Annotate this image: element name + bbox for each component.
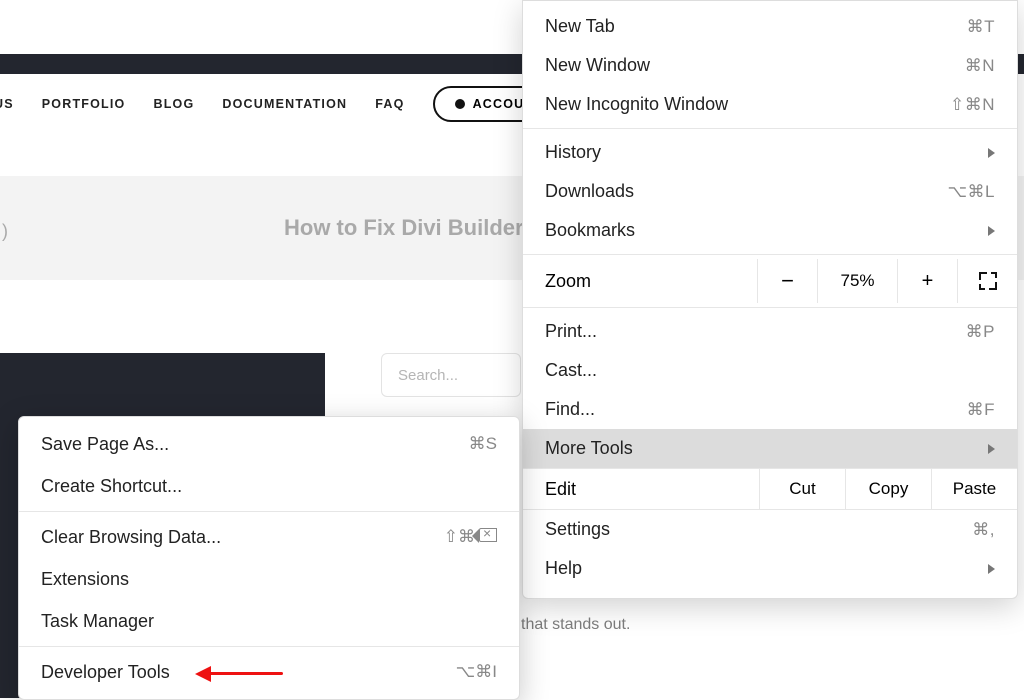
- submenu-shortcut: ⌥⌘I: [456, 662, 497, 682]
- submenu-label: Create Shortcut...: [41, 476, 182, 497]
- menu-bookmarks[interactable]: Bookmarks: [523, 211, 1017, 250]
- menu-shortcut: ⌘N: [965, 56, 995, 76]
- menu-label: Cast...: [545, 360, 597, 381]
- menu-label: Print...: [545, 321, 597, 342]
- menu-help[interactable]: Help: [523, 549, 1017, 588]
- menu-downloads[interactable]: Downloads ⌥⌘L: [523, 172, 1017, 211]
- submenu-label: Clear Browsing Data...: [41, 527, 221, 548]
- user-icon: [455, 99, 465, 109]
- menu-label: Downloads: [545, 181, 634, 202]
- submenu-label: Save Page As...: [41, 434, 169, 455]
- submenu-arrow-icon: [988, 148, 995, 158]
- menu-label: More Tools: [545, 438, 633, 459]
- edit-paste-button[interactable]: Paste: [931, 468, 1017, 510]
- menu-edit-row: Edit Cut Copy Paste: [523, 468, 1017, 510]
- menu-label: Find...: [545, 399, 595, 420]
- menu-shortcut: ⌘F: [967, 400, 995, 420]
- menu-separator: [19, 646, 519, 647]
- menu-new-window[interactable]: New Window ⌘N: [523, 46, 1017, 85]
- menu-separator: [523, 254, 1017, 255]
- search-input[interactable]: Search...: [381, 353, 521, 397]
- menu-separator: [523, 128, 1017, 129]
- zoom-label: Zoom: [523, 271, 757, 292]
- submenu-create-shortcut[interactable]: Create Shortcut...: [19, 465, 519, 507]
- browser-main-menu: New Tab ⌘T New Window ⌘N New Incognito W…: [522, 0, 1018, 599]
- fullscreen-button[interactable]: [957, 259, 1017, 303]
- menu-label: New Window: [545, 55, 650, 76]
- nav-item-us[interactable]: US: [0, 97, 14, 111]
- menu-zoom-row: Zoom − 75% +: [523, 259, 1017, 303]
- menu-settings[interactable]: Settings ⌘,: [523, 510, 1017, 549]
- submenu-clear-browsing-data[interactable]: Clear Browsing Data... ⇧⌘: [19, 516, 519, 558]
- menu-shortcut: ⌘T: [967, 17, 995, 37]
- submenu-shortcut: ⇧⌘: [444, 527, 497, 547]
- menu-shortcut: ⌘,: [972, 520, 995, 540]
- submenu-arrow-icon: [988, 226, 995, 236]
- zoom-out-button[interactable]: −: [757, 259, 817, 303]
- nav-item-blog[interactable]: BLOG: [153, 97, 194, 111]
- zoom-in-button[interactable]: +: [897, 259, 957, 303]
- menu-shortcut: ⇧⌘N: [950, 95, 995, 115]
- submenu-arrow-icon: [988, 564, 995, 574]
- zoom-percent: 75%: [817, 259, 897, 303]
- menu-print[interactable]: Print... ⌘P: [523, 312, 1017, 351]
- nav-item-faq[interactable]: FAQ: [375, 97, 404, 111]
- edit-cut-button[interactable]: Cut: [759, 468, 845, 510]
- submenu-shortcut: ⌘S: [469, 434, 497, 454]
- menu-find[interactable]: Find... ⌘F: [523, 390, 1017, 429]
- edit-copy-button[interactable]: Copy: [845, 468, 931, 510]
- submenu-label: Developer Tools: [41, 662, 170, 683]
- edit-label: Edit: [523, 479, 759, 500]
- submenu-developer-tools[interactable]: Developer Tools ⌥⌘I: [19, 651, 519, 693]
- menu-label: History: [545, 142, 601, 163]
- menu-separator: [523, 307, 1017, 308]
- submenu-extensions[interactable]: Extensions: [19, 558, 519, 600]
- menu-cast[interactable]: Cast...: [523, 351, 1017, 390]
- menu-history[interactable]: History: [523, 133, 1017, 172]
- menu-label: Settings: [545, 519, 610, 540]
- body-text-fragment: that stands out.: [521, 616, 630, 634]
- menu-label: New Tab: [545, 16, 615, 37]
- submenu-save-page[interactable]: Save Page As... ⌘S: [19, 423, 519, 465]
- submenu-arrow-icon: [988, 444, 995, 454]
- more-tools-submenu: Save Page As... ⌘S Create Shortcut... Cl…: [18, 416, 520, 700]
- delete-key-icon: [479, 528, 497, 542]
- menu-label: Help: [545, 558, 582, 579]
- nav-item-documentation[interactable]: DOCUMENTATION: [222, 97, 347, 111]
- menu-separator: [19, 511, 519, 512]
- menu-more-tools[interactable]: More Tools: [523, 429, 1017, 468]
- submenu-label: Task Manager: [41, 611, 154, 632]
- menu-shortcut: ⌘P: [966, 322, 995, 342]
- fullscreen-icon: [979, 272, 997, 290]
- menu-new-tab[interactable]: New Tab ⌘T: [523, 7, 1017, 46]
- menu-label: Bookmarks: [545, 220, 635, 241]
- menu-new-incognito[interactable]: New Incognito Window ⇧⌘N: [523, 85, 1017, 124]
- menu-label: New Incognito Window: [545, 94, 728, 115]
- nav-item-portfolio[interactable]: PORTFOLIO: [42, 97, 126, 111]
- submenu-task-manager[interactable]: Task Manager: [19, 600, 519, 642]
- title-prefix-paren: ): [2, 221, 8, 242]
- search-placeholder: Search...: [398, 367, 458, 384]
- menu-shortcut: ⌥⌘L: [947, 182, 995, 202]
- submenu-label: Extensions: [41, 569, 129, 590]
